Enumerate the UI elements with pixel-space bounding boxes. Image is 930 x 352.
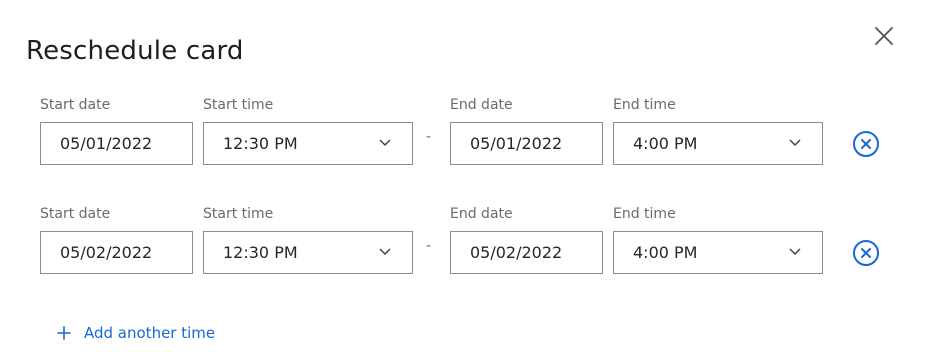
end-time-label: End time [613,206,676,222]
remove-row-icon[interactable] [852,239,880,267]
start-date-label: Start date [40,97,111,113]
add-another-time-label: Add another time [84,324,216,342]
end-date-input[interactable]: 05/02/2022 [450,231,603,274]
start-time-value: 12:30 PM [223,134,298,153]
chevron-down-icon [379,139,391,147]
schedule-row: Start date Start time End date End time … [0,204,930,284]
start-time-select[interactable]: 12:30 PM [203,122,413,165]
chevron-down-icon [789,139,801,147]
start-time-select[interactable]: 12:30 PM [203,231,413,274]
dialog-title: Reschedule card [26,36,244,66]
end-date-label: End date [450,206,513,222]
start-date-input[interactable]: 05/02/2022 [40,231,193,274]
start-date-input[interactable]: 05/01/2022 [40,122,193,165]
end-time-value: 4:00 PM [633,134,698,153]
add-another-time-link[interactable]: Add another time [57,322,215,344]
chevron-down-icon [789,248,801,256]
end-time-select[interactable]: 4:00 PM [613,122,823,165]
start-time-value: 12:30 PM [223,243,298,262]
close-icon[interactable] [872,24,896,48]
start-time-label: Start time [203,97,274,113]
end-time-value: 4:00 PM [633,243,698,262]
chevron-down-icon [379,248,391,256]
start-date-label: Start date [40,206,111,222]
remove-row-icon[interactable] [852,130,880,158]
range-separator: - [426,129,432,145]
end-time-label: End time [613,97,676,113]
end-date-input[interactable]: 05/01/2022 [450,122,603,165]
end-date-label: End date [450,97,513,113]
end-time-select[interactable]: 4:00 PM [613,231,823,274]
schedule-row: Start date Start time End date End time … [0,95,930,175]
start-time-label: Start time [203,206,274,222]
plus-icon [57,326,71,340]
range-separator: - [426,238,432,254]
